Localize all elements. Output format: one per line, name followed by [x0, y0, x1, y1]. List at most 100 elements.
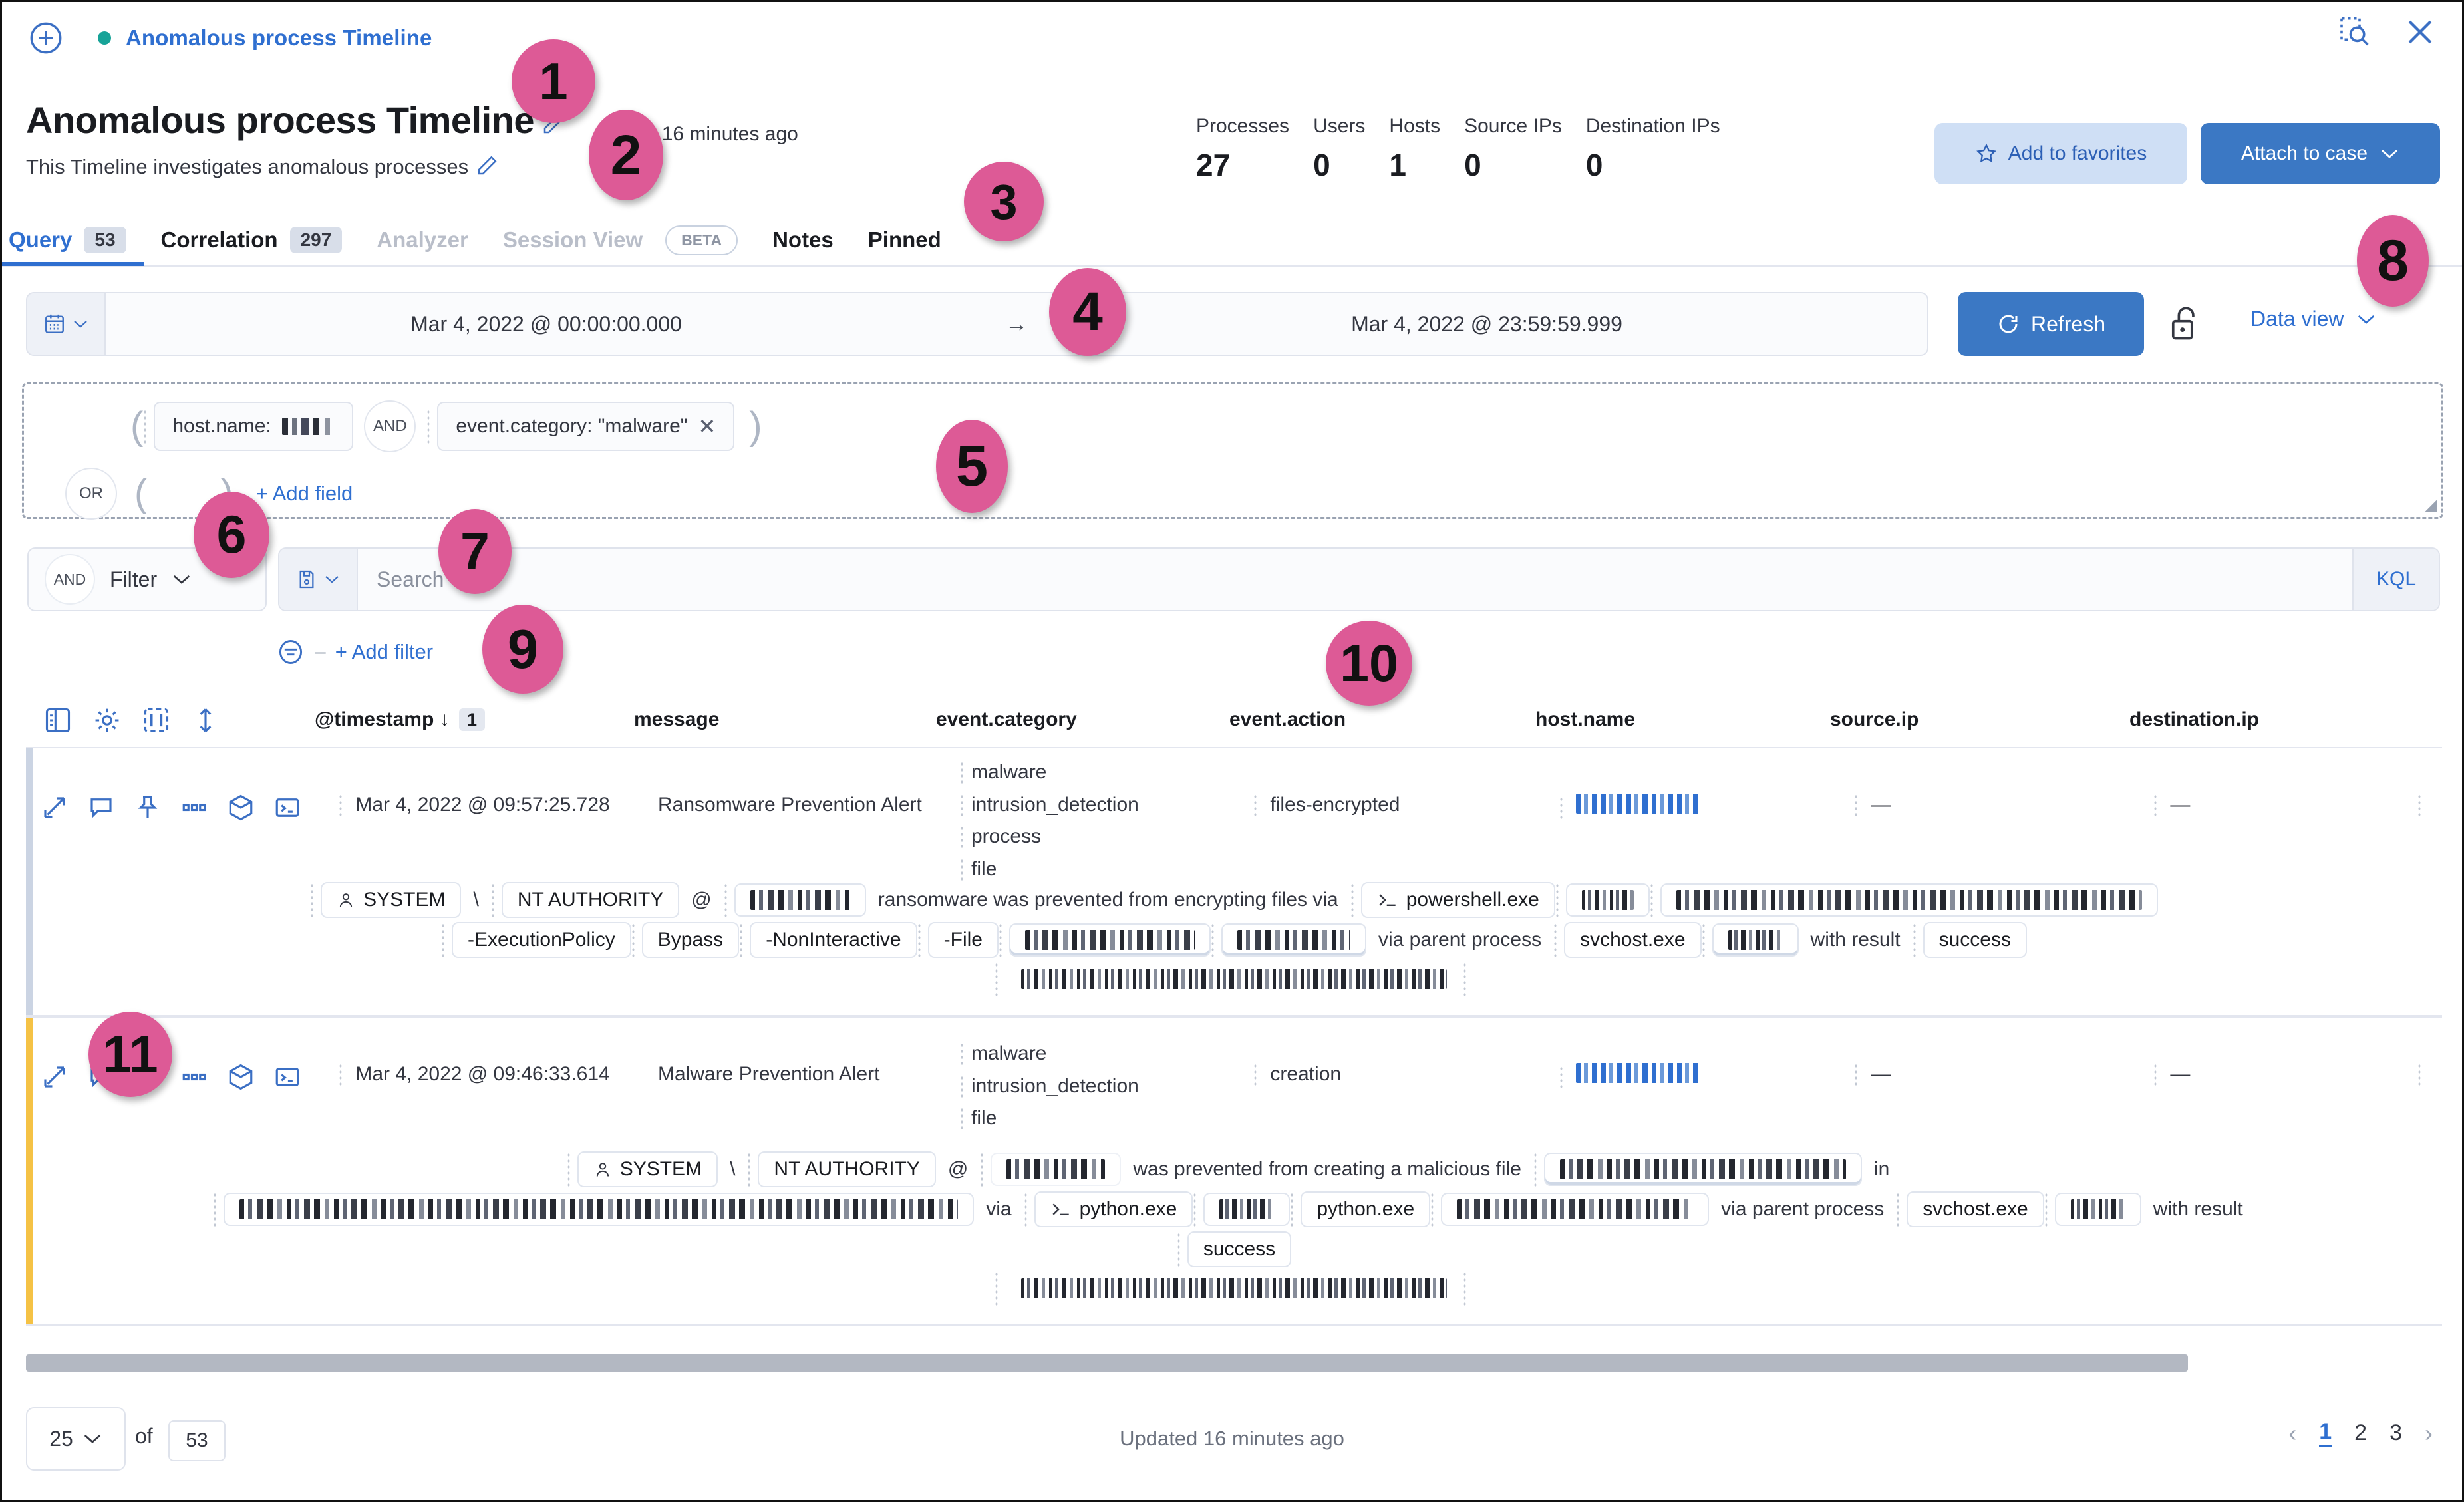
cell-drag-handle[interactable]	[960, 1107, 965, 1129]
tab-notes[interactable]: Notes	[755, 214, 851, 266]
add-to-favorites-button[interactable]: Add to favorites	[1934, 123, 2187, 184]
detail-arg-token[interactable]: Bypass	[642, 922, 739, 958]
detail-host-token[interactable]	[734, 883, 866, 917]
add-filter-button[interactable]: + Add filter	[335, 640, 433, 664]
filter-icon[interactable]	[276, 637, 305, 667]
drag-handle[interactable]	[1555, 883, 1560, 917]
close-icon[interactable]	[2402, 14, 2438, 50]
drag-handle[interactable]	[1463, 962, 1467, 996]
drag-handle[interactable]	[631, 923, 636, 957]
cell-drag-handle[interactable]	[339, 794, 343, 816]
date-range-end[interactable]: Mar 4, 2022 @ 23:59:59.999	[1046, 312, 1927, 337]
horizontal-scrollbar-thumb[interactable]	[26, 1354, 2188, 1372]
kql-language-button[interactable]: KQL	[2352, 549, 2439, 610]
detail-parent-pid-token[interactable]	[1712, 923, 1799, 957]
search-input[interactable]	[358, 567, 2352, 593]
detail-arg-token[interactable]: -ExecutionPolicy	[452, 922, 631, 958]
pagination-page-3[interactable]: 3	[2389, 1420, 2402, 1446]
detail-parent-process-token[interactable]: svchost.exe	[1907, 1191, 2044, 1227]
tab-query[interactable]: Query 53	[2, 214, 144, 266]
drag-handle[interactable]	[999, 923, 1003, 957]
query-field-host-name[interactable]: host.name:	[154, 402, 353, 451]
query-operator-and[interactable]: AND	[364, 400, 416, 452]
detail-process-token[interactable]: python.exe	[1034, 1191, 1193, 1227]
cell-drag-handle[interactable]	[1854, 794, 1859, 816]
cell-drag-handle[interactable]	[2153, 794, 2158, 816]
drag-handle[interactable]	[995, 962, 999, 996]
detail-footer-token[interactable]	[1005, 1272, 1463, 1305]
attach-to-case-button[interactable]: Attach to case	[2201, 123, 2440, 184]
drag-handle[interactable]	[1533, 1152, 1538, 1187]
drag-handle[interactable]	[1553, 923, 1558, 957]
cell-drag-handle[interactable]	[1253, 794, 1258, 816]
more-actions-icon[interactable]	[180, 794, 208, 822]
expand-icon[interactable]	[41, 1063, 69, 1091]
calendar-quick-select-button[interactable]	[27, 293, 106, 355]
cell-drag-handle[interactable]	[1854, 1063, 1859, 1086]
cell-drag-handle[interactable]	[960, 826, 965, 848]
cell-drag-handle[interactable]	[960, 858, 965, 881]
remove-field-icon[interactable]: ✕	[698, 414, 716, 439]
pin-icon[interactable]	[134, 794, 162, 822]
detail-host-token[interactable]	[991, 1153, 1121, 1186]
resize-handle[interactable]: ◢	[2425, 495, 2437, 514]
drag-handle[interactable]	[1702, 923, 1706, 957]
column-header-host-name[interactable]: host.name	[1535, 708, 1635, 731]
drag-handle[interactable]	[1463, 1271, 1467, 1306]
column-header-timestamp[interactable]: @timestamp ↓ 1	[315, 708, 485, 731]
drag-handle[interactable]	[426, 409, 431, 444]
detail-arg-token[interactable]: -File	[928, 922, 999, 958]
drag-handle[interactable]	[310, 883, 315, 917]
drag-handle[interactable]	[1350, 883, 1355, 917]
detail-path-token[interactable]	[224, 1193, 974, 1226]
pagination-page-1[interactable]: 1	[2319, 1419, 2332, 1447]
detail-parent-pid-token[interactable]	[2055, 1193, 2141, 1226]
drag-handle[interactable]	[213, 1192, 218, 1227]
detail-result-token[interactable]: success	[1923, 922, 2027, 958]
query-field-event-category[interactable]: event.category: "malware" ✕	[437, 402, 734, 451]
drag-handle[interactable]	[2044, 1192, 2049, 1227]
tab-session-view[interactable]: Session View BETA	[486, 214, 755, 266]
drag-handle[interactable]	[143, 409, 148, 444]
drag-handle[interactable]	[1193, 1192, 1197, 1227]
detail-script-token[interactable]	[1009, 923, 1211, 957]
detail-result-token[interactable]: success	[1187, 1231, 1291, 1267]
drag-handle[interactable]	[1913, 923, 1917, 957]
cell-drag-handle[interactable]	[2153, 1063, 2158, 1086]
refresh-button[interactable]: Refresh	[1958, 292, 2144, 356]
cell-drag-handle[interactable]	[339, 1063, 343, 1086]
detail-file-token[interactable]	[1544, 1153, 1862, 1186]
tab-correlation[interactable]: Correlation 297	[144, 214, 360, 266]
data-view-selector[interactable]: Data view	[2250, 307, 2376, 331]
date-range-picker[interactable]: Mar 4, 2022 @ 00:00:00.000 → Mar 4, 2022…	[26, 292, 1928, 356]
saved-query-button[interactable]	[279, 549, 358, 610]
drag-handle[interactable]	[1896, 1192, 1901, 1227]
detail-pid-token[interactable]	[1566, 883, 1650, 917]
add-field-button[interactable]: + Add field	[256, 482, 353, 506]
tab-pinned[interactable]: Pinned	[851, 214, 959, 266]
detail-commandline-token[interactable]	[1660, 883, 2158, 917]
detail-footer-token[interactable]	[1005, 963, 1463, 996]
detail-parent-process-token[interactable]: svchost.exe	[1564, 922, 1701, 958]
cell-drag-handle[interactable]	[960, 1042, 965, 1065]
expand-icon[interactable]	[41, 794, 69, 822]
drag-handle[interactable]	[1211, 923, 1215, 957]
sort-icon[interactable]	[191, 706, 220, 735]
detail-process2-token[interactable]: python.exe	[1301, 1191, 1430, 1227]
cell-drag-handle[interactable]	[1559, 796, 1564, 819]
drag-handle[interactable]	[1430, 1192, 1435, 1227]
drag-handle[interactable]	[724, 883, 728, 917]
detail-hash-token[interactable]	[1221, 923, 1366, 957]
timeline-tab-link[interactable]: Anomalous process Timeline	[126, 25, 432, 51]
unlocked-icon[interactable]	[2167, 305, 2202, 343]
cell-drag-handle[interactable]	[960, 1075, 965, 1098]
column-header-destination-ip[interactable]: destination.ip	[2129, 708, 2259, 731]
edit-description-pencil-icon[interactable]	[475, 154, 499, 178]
cell-drag-handle[interactable]	[2417, 1063, 2422, 1086]
detail-domain-token[interactable]: NT AUTHORITY	[502, 882, 679, 918]
drag-handle[interactable]	[995, 1271, 999, 1306]
column-header-message[interactable]: message	[634, 708, 719, 731]
detail-user-token[interactable]: SYSTEM	[321, 882, 461, 918]
date-range-start[interactable]: Mar 4, 2022 @ 00:00:00.000	[106, 312, 987, 337]
drag-handle[interactable]	[739, 923, 744, 957]
